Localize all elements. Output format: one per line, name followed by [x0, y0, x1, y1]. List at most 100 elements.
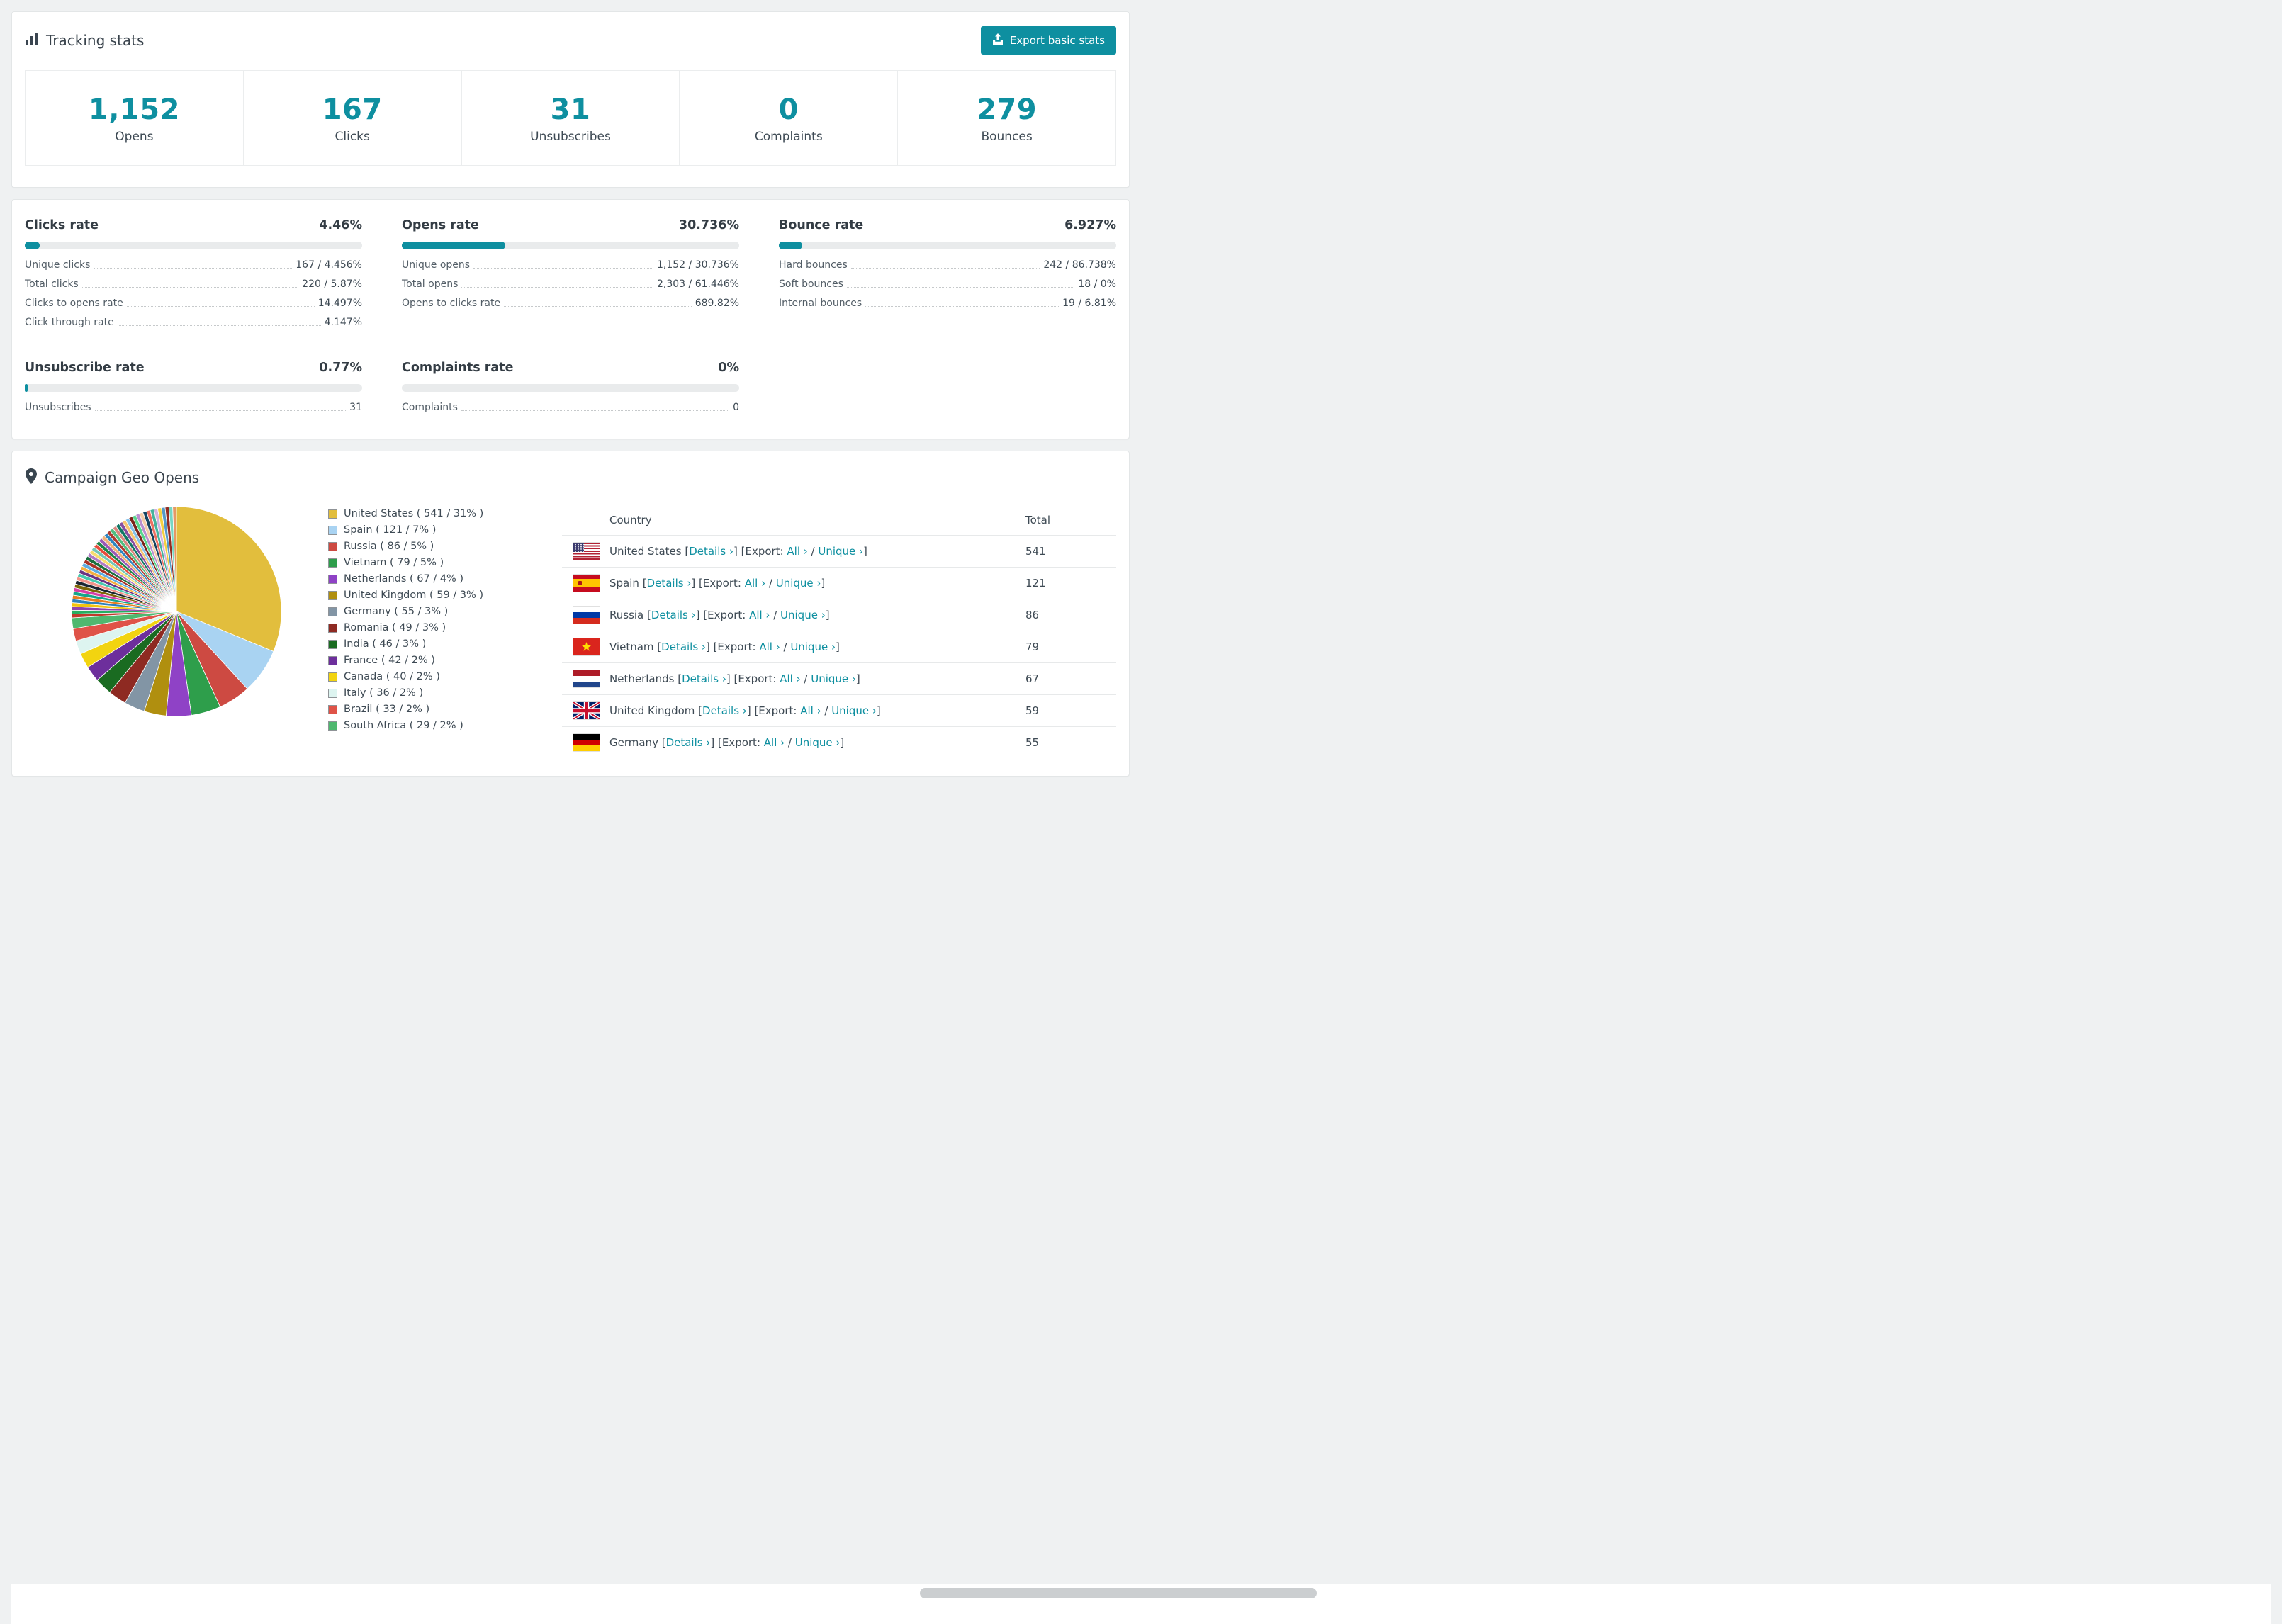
- table-row: Vietnam [Details ›] [Export: All › / Uni…: [562, 631, 1116, 662]
- export-unique-link[interactable]: Unique ›: [776, 577, 821, 590]
- opens-count: 1,152: [88, 94, 180, 126]
- export-all-link[interactable]: All ›: [780, 672, 800, 685]
- nl-flag-icon: [573, 670, 600, 687]
- export-all-link[interactable]: All ›: [787, 545, 807, 558]
- export-prefix: [Export:: [730, 672, 780, 685]
- details-link[interactable]: Details ›: [661, 641, 706, 653]
- legend-label: Vietnam ( 79 / 5% ): [344, 557, 444, 568]
- map-pin-icon: [25, 468, 38, 487]
- total-cell: 86: [1025, 609, 1040, 621]
- clicks-rate-progressbar: [25, 242, 362, 249]
- dotted-leader: [865, 306, 1060, 307]
- clicks-label: Clicks: [335, 130, 370, 144]
- legend-swatch: [328, 574, 337, 584]
- dotted-leader: [850, 268, 1040, 269]
- dotted-leader: [461, 410, 730, 411]
- row-label: Unique opens: [402, 259, 471, 271]
- opens-label: Opens: [115, 130, 154, 144]
- clicks-rate-fill: [25, 242, 40, 249]
- row-label: Total clicks: [25, 278, 79, 290]
- export-unique-link[interactable]: Unique ›: [831, 704, 877, 717]
- row-value: 31: [349, 402, 362, 413]
- details-link[interactable]: Details ›: [666, 736, 711, 749]
- stat-complaints: 0 Complaints: [679, 71, 897, 165]
- row-label: Unique clicks: [25, 259, 91, 271]
- opens-rate-progressbar: [402, 242, 739, 249]
- export-all-link[interactable]: All ›: [764, 736, 785, 749]
- bounce-rate-percent: 6.927%: [1064, 218, 1116, 232]
- separator: /: [770, 609, 781, 621]
- stats-summary-box: 1,152 Opens 167 Clicks 31 Unsubscribes 0…: [25, 70, 1116, 166]
- country-header: Country: [609, 514, 652, 526]
- row-label: Hard bounces: [779, 259, 848, 271]
- bounces-count: 279: [977, 94, 1038, 126]
- ru-flag-icon: [573, 607, 600, 624]
- dotted-leader: [94, 268, 293, 269]
- details-link[interactable]: Details ›: [647, 577, 692, 590]
- legend-item: Spain ( 121 / 7% ): [328, 524, 534, 536]
- country-name: Vietnam: [609, 641, 654, 653]
- geo-pie-wrap: [70, 505, 283, 721]
- stat-row: Total opens 2,303 / 61.446%: [402, 278, 739, 290]
- legend-swatch: [328, 558, 337, 568]
- geo-opens-pie-chart[interactable]: [70, 505, 283, 718]
- stat-opens: 1,152 Opens: [26, 71, 243, 165]
- country-cell: United States [Details ›] [Export: All ›…: [609, 545, 1025, 558]
- row-value: 18 / 0%: [1078, 278, 1116, 290]
- bracket: ]: [863, 545, 867, 558]
- row-value: 2,303 / 61.446%: [657, 278, 739, 290]
- legend-item: South Africa ( 29 / 2% ): [328, 720, 534, 731]
- country-cell: Germany [Details ›] [Export: All › / Uni…: [609, 736, 1025, 749]
- unsubscribe-rate-percent: 0.77%: [319, 361, 362, 375]
- country-cell: United Kingdom [Details ›] [Export: All …: [609, 704, 1025, 717]
- export-unique-link[interactable]: Unique ›: [811, 672, 856, 685]
- export-all-link[interactable]: All ›: [745, 577, 765, 590]
- legend-label: Germany ( 55 / 3% ): [344, 606, 449, 617]
- row-label: Opens to clicks rate: [402, 298, 501, 309]
- legend-swatch: [328, 590, 337, 600]
- es-flag-icon: [573, 575, 600, 592]
- geo-opens-card: Campaign Geo Opens United States ( 541 /…: [11, 451, 1130, 777]
- details-link[interactable]: Details ›: [651, 609, 696, 621]
- legend-swatch: [328, 623, 337, 633]
- export-all-link[interactable]: All ›: [759, 641, 780, 653]
- clicks-rate-block: Clicks rate 4.46% Unique clicks 167 / 4.4…: [25, 218, 362, 328]
- bracket: ]: [840, 736, 845, 749]
- export-all-link[interactable]: All ›: [749, 609, 770, 621]
- export-unique-link[interactable]: Unique ›: [790, 641, 836, 653]
- export-unique-link[interactable]: Unique ›: [780, 609, 826, 621]
- bracket: ]: [836, 641, 840, 653]
- us-flag-icon: [573, 543, 600, 560]
- separator: /: [807, 545, 819, 558]
- export-unique-link[interactable]: Unique ›: [795, 736, 841, 749]
- total-cell: 67: [1025, 672, 1040, 685]
- country-name: Germany: [609, 736, 658, 749]
- details-link[interactable]: Details ›: [702, 704, 747, 717]
- country-cell: Russia [Details ›] [Export: All › / Uniq…: [609, 609, 1025, 621]
- legend-item: Brazil ( 33 / 2% ): [328, 704, 534, 715]
- legend-swatch: [328, 655, 337, 665]
- stat-clicks: 167 Clicks: [242, 71, 461, 165]
- export-all-link[interactable]: All ›: [800, 704, 821, 717]
- bar-chart-icon: [25, 32, 39, 49]
- stat-row: Soft bounces 18 / 0%: [779, 278, 1116, 290]
- opens-rate-title: Opens rate: [402, 218, 479, 232]
- legend-label: Netherlands ( 67 / 4% ): [344, 573, 464, 585]
- bracket: [: [681, 545, 690, 558]
- legend-item: Vietnam ( 79 / 5% ): [328, 557, 534, 568]
- unsubscribe-rate-progressbar: [25, 384, 362, 392]
- details-link[interactable]: Details ›: [689, 545, 734, 558]
- export-unique-link[interactable]: Unique ›: [818, 545, 863, 558]
- gb-flag-icon: [573, 702, 600, 719]
- horizontal-scrollbar-thumb[interactable]: [919, 1588, 1317, 1598]
- dotted-leader: [461, 287, 653, 288]
- row-label: Soft bounces: [779, 278, 843, 290]
- separator: /: [780, 641, 791, 653]
- unsubscribe-rate-title: Unsubscribe rate: [25, 361, 145, 375]
- details-link[interactable]: Details ›: [682, 672, 726, 685]
- de-flag-icon: [573, 734, 600, 751]
- table-row: Spain [Details ›] [Export: All › / Uniqu…: [562, 567, 1116, 599]
- country-name: United States: [609, 545, 682, 558]
- export-prefix: [Export:: [695, 577, 745, 590]
- export-basic-stats-button[interactable]: Export basic stats: [980, 26, 1116, 55]
